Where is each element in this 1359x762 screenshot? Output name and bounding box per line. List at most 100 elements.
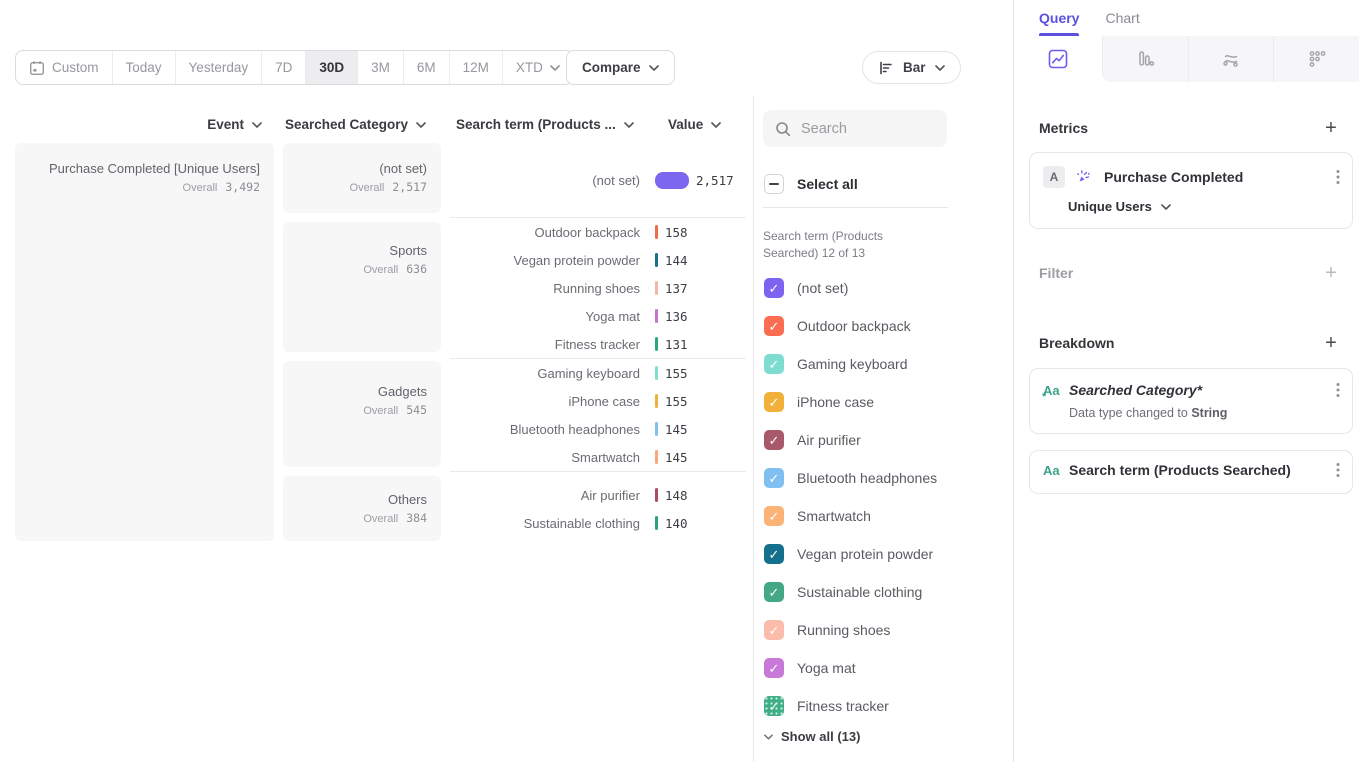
range-yesterday[interactable]: Yesterday (175, 51, 262, 84)
tab-query[interactable]: Query (1039, 10, 1079, 26)
flows-icon (1220, 48, 1242, 70)
tab-flows[interactable] (1188, 36, 1274, 82)
filter-item[interactable]: ✓Outdoor backpack (764, 307, 1013, 345)
table-row[interactable]: Air purifier 148 (450, 481, 746, 509)
table-row[interactable]: Vegan protein powder 144 (450, 246, 746, 274)
table-row[interactable]: (not set) 2,517 (450, 166, 746, 194)
table-row[interactable]: iPhone case 155 (450, 387, 746, 415)
table-row[interactable]: Sustainable clothing 140 (450, 509, 746, 537)
overall-label: Overall (183, 182, 218, 194)
range-today[interactable]: Today (112, 51, 175, 84)
category-card-sports[interactable]: Sports Overall636 (283, 222, 441, 352)
checkbox-checked-icon[interactable]: ✓ (764, 544, 784, 564)
search-input[interactable] (801, 121, 931, 137)
kebab-menu-icon[interactable] (1336, 169, 1340, 185)
checkbox-checked-icon[interactable]: ✓ (764, 582, 784, 602)
add-breakdown-button[interactable]: + (1323, 333, 1339, 353)
filter-item[interactable]: ✓(not set) (764, 269, 1013, 307)
category-card-not-set[interactable]: (not set) Overall2,517 (283, 143, 441, 213)
category-card-others[interactable]: Others Overall384 (283, 476, 441, 541)
checkbox-indeterminate-icon[interactable] (764, 174, 784, 194)
metric-card[interactable]: A Purchase Completed Unique (1029, 152, 1353, 229)
column-label: Value (668, 117, 703, 132)
value-text: 144 (665, 253, 688, 268)
breakdown-card-search-term[interactable]: Aa Search term (Products Searched) (1029, 450, 1353, 494)
filter-item[interactable]: ✓Smartwatch (764, 497, 1013, 535)
tab-retention[interactable] (1273, 36, 1359, 82)
kebab-menu-icon[interactable] (1336, 382, 1340, 398)
filter-item[interactable]: ✓Fitness tracker (764, 687, 1013, 725)
range-label: 7D (275, 60, 292, 75)
tab-chart[interactable]: Chart (1105, 10, 1139, 26)
value-text: 131 (665, 337, 688, 352)
filter-item-label: Vegan protein powder (797, 546, 933, 562)
filter-item[interactable]: ✓iPhone case (764, 383, 1013, 421)
filter-item[interactable]: ✓Bluetooth headphones (764, 459, 1013, 497)
event-card[interactable]: Purchase Completed [Unique Users] Overal… (15, 143, 274, 541)
checkbox-checked-icon[interactable]: ✓ (764, 392, 784, 412)
column-header-term[interactable]: Search term (Products ... (456, 117, 634, 132)
range-xtd[interactable]: XTD (502, 51, 573, 84)
table-row[interactable]: Outdoor backpack 158 (450, 218, 746, 246)
range-3m[interactable]: 3M (357, 51, 403, 84)
range-label: Custom (52, 60, 99, 75)
table-row[interactable]: Yoga mat 136 (450, 302, 746, 330)
term-value-grid: (not set) 2,517 Outdoor backpack 158 Veg… (450, 143, 746, 546)
checkbox-checked-icon[interactable]: ✓ (764, 354, 784, 374)
category-card-gadgets[interactable]: Gadgets Overall545 (283, 361, 441, 467)
breakdown-card-searched-category[interactable]: Aa* Searched Category* Data type changed… (1029, 368, 1353, 434)
overall-label: Overall (350, 182, 385, 194)
measure-selector[interactable]: Unique Users (1068, 199, 1352, 228)
overall-value: 2,517 (392, 180, 427, 194)
tab-funnels[interactable] (1102, 36, 1188, 82)
filter-item[interactable]: ✓Air purifier (764, 421, 1013, 459)
kebab-menu-icon[interactable] (1336, 462, 1340, 478)
checkbox-checked-icon[interactable]: ✓ (764, 278, 784, 298)
divider (763, 207, 948, 208)
search-box[interactable] (763, 110, 947, 147)
checkbox-checked-icon[interactable]: ✓ (764, 658, 784, 678)
table-row[interactable]: Running shoes 137 (450, 274, 746, 302)
tab-insights-active[interactable] (1014, 36, 1102, 82)
column-header-category[interactable]: Searched Category (283, 117, 426, 132)
checkbox-checked-icon[interactable]: ✓ (764, 620, 784, 640)
table-row[interactable]: Fitness tracker 131 (450, 330, 746, 358)
string-property-icon: Aa* (1043, 383, 1065, 398)
add-metric-button[interactable]: + (1323, 118, 1339, 138)
select-all-row[interactable]: Select all (764, 174, 1013, 194)
checkbox-checked-icon[interactable]: ✓ (764, 430, 784, 450)
filter-item[interactable]: ✓ Running shoes (764, 611, 1013, 649)
chevron-down-icon (649, 65, 659, 71)
value-bar (655, 488, 658, 502)
report-canvas: Custom Today Yesterday 7D 30D 3M 6M 12M … (0, 0, 1013, 762)
compare-button[interactable]: Compare (566, 50, 675, 85)
checkbox-checked-icon[interactable]: ✓ (764, 316, 784, 336)
chart-type-label: Bar (903, 60, 926, 75)
range-custom[interactable]: Custom (16, 51, 112, 84)
range-6m[interactable]: 6M (403, 51, 449, 84)
add-filter-button[interactable]: + (1323, 263, 1339, 283)
range-label: 6M (417, 60, 436, 75)
range-7d[interactable]: 7D (261, 51, 305, 84)
chart-type-button[interactable]: Bar (862, 51, 961, 84)
table-row[interactable]: Smartwatch 145 (450, 443, 746, 471)
retention-dots-icon (1306, 48, 1328, 70)
checkbox-checked-icon[interactable]: ✓ (764, 468, 784, 488)
range-12m[interactable]: 12M (449, 51, 502, 84)
column-header-event[interactable]: Event (15, 117, 262, 132)
term-group-others: Air purifier 148 Sustainable clothing 14… (450, 471, 746, 546)
checkbox-checked-icon[interactable]: ✓ (764, 506, 784, 526)
table-row[interactable]: Bluetooth headphones 145 (450, 415, 746, 443)
range-30d-selected[interactable]: 30D (305, 51, 357, 84)
filter-item-label: Running shoes (797, 622, 890, 638)
show-all-button[interactable]: Show all (13) (764, 729, 1013, 744)
column-header-value[interactable]: Value (668, 117, 721, 132)
filter-item[interactable]: ✓Sustainable clothing (764, 573, 1013, 611)
value-bar (655, 309, 658, 323)
filter-item[interactable]: ✓ Vegan protein powder (764, 535, 1013, 573)
filter-item-label: Yoga mat (797, 660, 856, 676)
filter-item[interactable]: ✓Gaming keyboard (764, 345, 1013, 383)
checkbox-checked-icon[interactable]: ✓ (764, 696, 784, 716)
table-row[interactable]: Gaming keyboard 155 (450, 359, 746, 387)
filter-item[interactable]: ✓ Yoga mat (764, 649, 1013, 687)
